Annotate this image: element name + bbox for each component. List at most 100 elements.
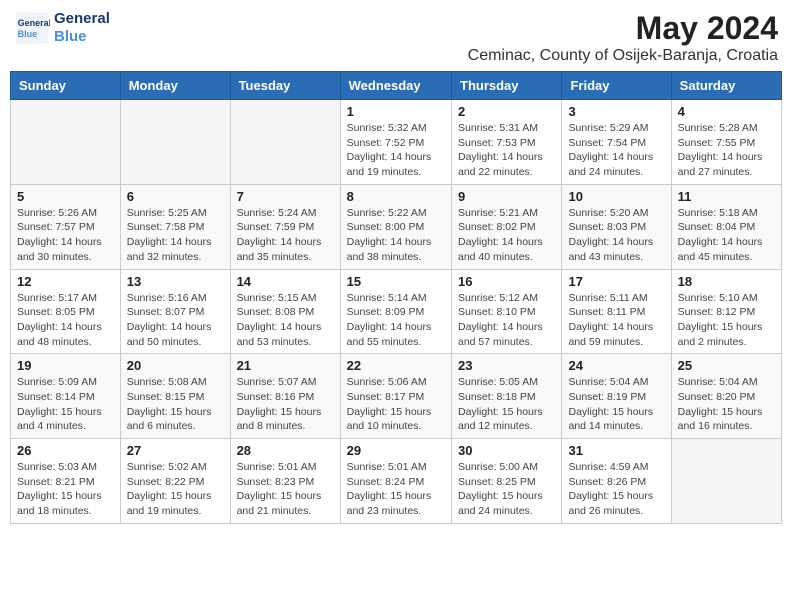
- day-number: 13: [127, 274, 224, 289]
- day-number: 15: [347, 274, 445, 289]
- day-number: 11: [678, 189, 775, 204]
- calendar-week-row: 26 Sunrise: 5:03 AM Sunset: 8:21 PM Dayli…: [11, 439, 782, 524]
- day-info: Sunrise: 5:11 AM Sunset: 8:11 PM Dayligh…: [568, 291, 664, 350]
- day-info: Sunrise: 5:06 AM Sunset: 8:17 PM Dayligh…: [347, 375, 445, 434]
- weekday-header: Wednesday: [340, 72, 451, 100]
- calendar-cell: 19 Sunrise: 5:09 AM Sunset: 8:14 PM Dayli…: [11, 354, 121, 439]
- day-info: Sunrise: 5:24 AM Sunset: 7:59 PM Dayligh…: [237, 206, 334, 265]
- day-number: 6: [127, 189, 224, 204]
- day-info: Sunrise: 5:01 AM Sunset: 8:24 PM Dayligh…: [347, 460, 445, 519]
- day-info: Sunrise: 5:17 AM Sunset: 8:05 PM Dayligh…: [17, 291, 114, 350]
- day-info: Sunrise: 5:05 AM Sunset: 8:18 PM Dayligh…: [458, 375, 555, 434]
- weekday-header: Sunday: [11, 72, 121, 100]
- logo-icon: General Blue: [14, 10, 50, 46]
- calendar-cell: 18Sunrise: 5:10 AM Sunset: 8:12 PM Dayli…: [671, 269, 781, 354]
- svg-text:General: General: [18, 18, 50, 28]
- calendar-week-row: 12 Sunrise: 5:17 AM Sunset: 8:05 PM Dayli…: [11, 269, 782, 354]
- day-info: Sunrise: 5:16 AM Sunset: 8:07 PM Dayligh…: [127, 291, 224, 350]
- day-info: Sunrise: 5:29 AM Sunset: 7:54 PM Dayligh…: [568, 121, 664, 180]
- calendar-cell: 24 Sunrise: 5:04 AM Sunset: 8:19 PM Dayli…: [562, 354, 671, 439]
- calendar-cell: 28 Sunrise: 5:01 AM Sunset: 8:23 PM Dayli…: [230, 439, 340, 524]
- day-number: 19: [17, 358, 114, 373]
- day-info: Sunrise: 5:32 AM Sunset: 7:52 PM Dayligh…: [347, 121, 445, 180]
- weekday-header: Friday: [562, 72, 671, 100]
- calendar-cell: 7Sunrise: 5:24 AM Sunset: 7:59 PM Daylig…: [230, 184, 340, 269]
- calendar-subtitle: Ceminac, County of Osijek-Baranja, Croat…: [468, 47, 778, 65]
- calendar-cell: 21Sunrise: 5:07 AM Sunset: 8:16 PM Dayli…: [230, 354, 340, 439]
- logo-text: General Blue: [54, 10, 110, 46]
- day-info: Sunrise: 5:20 AM Sunset: 8:03 PM Dayligh…: [568, 206, 664, 265]
- day-number: 27: [127, 443, 224, 458]
- day-info: Sunrise: 5:18 AM Sunset: 8:04 PM Dayligh…: [678, 206, 775, 265]
- day-number: 26: [17, 443, 114, 458]
- day-info: Sunrise: 5:15 AM Sunset: 8:08 PM Dayligh…: [237, 291, 334, 350]
- day-number: 28: [237, 443, 334, 458]
- calendar-cell: 8 Sunrise: 5:22 AM Sunset: 8:00 PM Daylig…: [340, 184, 451, 269]
- day-number: 8: [347, 189, 445, 204]
- day-number: 31: [568, 443, 664, 458]
- weekday-header: Monday: [120, 72, 230, 100]
- day-number: 2: [458, 104, 555, 119]
- calendar-table: SundayMondayTuesdayWednesdayThursdayFrid…: [10, 71, 782, 524]
- calendar-cell: 25Sunrise: 5:04 AM Sunset: 8:20 PM Dayli…: [671, 354, 781, 439]
- day-number: 22: [347, 358, 445, 373]
- weekday-header-row: SundayMondayTuesdayWednesdayThursdayFrid…: [11, 72, 782, 100]
- calendar-cell: 4 Sunrise: 5:28 AM Sunset: 7:55 PM Daylig…: [671, 100, 781, 185]
- day-number: 23: [458, 358, 555, 373]
- calendar-cell: 15 Sunrise: 5:14 AM Sunset: 8:09 PM Dayli…: [340, 269, 451, 354]
- day-info: Sunrise: 5:04 AM Sunset: 8:19 PM Dayligh…: [568, 375, 664, 434]
- calendar-cell: [671, 439, 781, 524]
- calendar-cell: 14 Sunrise: 5:15 AM Sunset: 8:08 PM Dayli…: [230, 269, 340, 354]
- logo: General Blue General Blue: [14, 10, 110, 46]
- day-number: 3: [568, 104, 664, 119]
- day-number: 4: [678, 104, 775, 119]
- weekday-header: Thursday: [452, 72, 562, 100]
- weekday-header: Saturday: [671, 72, 781, 100]
- day-info: Sunrise: 5:00 AM Sunset: 8:25 PM Dayligh…: [458, 460, 555, 519]
- day-info: Sunrise: 5:10 AM Sunset: 8:12 PM Dayligh…: [678, 291, 775, 350]
- calendar-cell: 9Sunrise: 5:21 AM Sunset: 8:02 PM Daylig…: [452, 184, 562, 269]
- day-number: 17: [568, 274, 664, 289]
- calendar-week-row: 19 Sunrise: 5:09 AM Sunset: 8:14 PM Dayli…: [11, 354, 782, 439]
- day-info: Sunrise: 5:08 AM Sunset: 8:15 PM Dayligh…: [127, 375, 224, 434]
- day-number: 10: [568, 189, 664, 204]
- day-info: Sunrise: 5:02 AM Sunset: 8:22 PM Dayligh…: [127, 460, 224, 519]
- day-info: Sunrise: 5:07 AM Sunset: 8:16 PM Dayligh…: [237, 375, 334, 434]
- calendar-cell: 11 Sunrise: 5:18 AM Sunset: 8:04 PM Dayli…: [671, 184, 781, 269]
- day-info: Sunrise: 5:28 AM Sunset: 7:55 PM Dayligh…: [678, 121, 775, 180]
- calendar-cell: 29Sunrise: 5:01 AM Sunset: 8:24 PM Dayli…: [340, 439, 451, 524]
- calendar-cell: 30 Sunrise: 5:00 AM Sunset: 8:25 PM Dayli…: [452, 439, 562, 524]
- calendar-cell: [120, 100, 230, 185]
- calendar-cell: 6Sunrise: 5:25 AM Sunset: 7:58 PM Daylig…: [120, 184, 230, 269]
- weekday-header: Tuesday: [230, 72, 340, 100]
- day-info: Sunrise: 5:03 AM Sunset: 8:21 PM Dayligh…: [17, 460, 114, 519]
- day-number: 9: [458, 189, 555, 204]
- day-number: 16: [458, 274, 555, 289]
- calendar-cell: 26 Sunrise: 5:03 AM Sunset: 8:21 PM Dayli…: [11, 439, 121, 524]
- day-info: Sunrise: 5:22 AM Sunset: 8:00 PM Dayligh…: [347, 206, 445, 265]
- calendar-cell: 5Sunrise: 5:26 AM Sunset: 7:57 PM Daylig…: [11, 184, 121, 269]
- calendar-cell: 10 Sunrise: 5:20 AM Sunset: 8:03 PM Dayli…: [562, 184, 671, 269]
- calendar-cell: 17 Sunrise: 5:11 AM Sunset: 8:11 PM Dayli…: [562, 269, 671, 354]
- calendar-cell: [230, 100, 340, 185]
- day-info: Sunrise: 5:14 AM Sunset: 8:09 PM Dayligh…: [347, 291, 445, 350]
- calendar-cell: 27 Sunrise: 5:02 AM Sunset: 8:22 PM Dayli…: [120, 439, 230, 524]
- calendar-week-row: 5Sunrise: 5:26 AM Sunset: 7:57 PM Daylig…: [11, 184, 782, 269]
- day-number: 12: [17, 274, 114, 289]
- calendar-cell: 20 Sunrise: 5:08 AM Sunset: 8:15 PM Dayli…: [120, 354, 230, 439]
- calendar-cell: 16Sunrise: 5:12 AM Sunset: 8:10 PM Dayli…: [452, 269, 562, 354]
- day-info: Sunrise: 5:26 AM Sunset: 7:57 PM Dayligh…: [17, 206, 114, 265]
- calendar-cell: 23 Sunrise: 5:05 AM Sunset: 8:18 PM Dayli…: [452, 354, 562, 439]
- day-number: 24: [568, 358, 664, 373]
- day-info: Sunrise: 5:09 AM Sunset: 8:14 PM Dayligh…: [17, 375, 114, 434]
- day-number: 1: [347, 104, 445, 119]
- day-info: Sunrise: 5:01 AM Sunset: 8:23 PM Dayligh…: [237, 460, 334, 519]
- day-number: 14: [237, 274, 334, 289]
- day-number: 20: [127, 358, 224, 373]
- calendar-title: May 2024: [468, 10, 778, 47]
- day-number: 30: [458, 443, 555, 458]
- day-number: 25: [678, 358, 775, 373]
- calendar-week-row: 1 Sunrise: 5:32 AM Sunset: 7:52 PM Daylig…: [11, 100, 782, 185]
- calendar-cell: 22 Sunrise: 5:06 AM Sunset: 8:17 PM Dayli…: [340, 354, 451, 439]
- calendar-cell: 2Sunrise: 5:31 AM Sunset: 7:53 PM Daylig…: [452, 100, 562, 185]
